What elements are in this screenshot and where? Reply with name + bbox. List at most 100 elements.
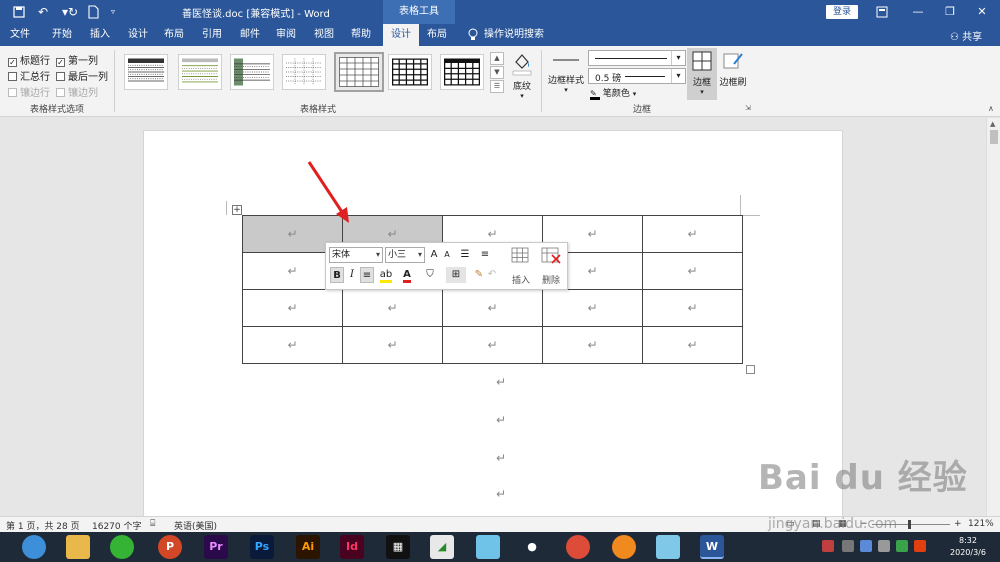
tab-help[interactable]: 帮助 <box>345 24 377 46</box>
zoom-slider-handle[interactable] <box>908 520 911 529</box>
tray-icon[interactable] <box>822 540 834 552</box>
table-cell[interactable]: ↵ <box>342 326 443 364</box>
zoom-in-icon[interactable]: + <box>954 519 962 529</box>
border-painter-button[interactable]: 边框刷 <box>719 50 747 88</box>
tab-references[interactable]: 引用 <box>196 24 228 46</box>
page-count[interactable]: 第 1 页，共 28 页 <box>6 519 80 532</box>
font-size-select[interactable]: 小三 ▾ <box>385 247 425 263</box>
line-style-select[interactable]: ▾ <box>588 50 686 66</box>
close-icon[interactable]: ✕ <box>966 0 998 24</box>
browser-app-icon[interactable] <box>22 535 46 559</box>
tab-table-design[interactable]: 设计 <box>383 24 419 46</box>
zoom-level[interactable]: 121% <box>968 519 994 529</box>
shading-icon[interactable]: ⛉ <box>420 267 440 283</box>
tab-file[interactable]: 文件 <box>4 24 36 46</box>
tab-view[interactable]: 视图 <box>308 24 340 46</box>
border-styles-button[interactable]: 边框样式 ▾ <box>547 50 585 94</box>
delete-label[interactable]: 删除 <box>542 273 560 286</box>
bold-button[interactable]: B <box>330 267 344 283</box>
table-cell[interactable]: ↵ <box>642 252 743 290</box>
tab-design[interactable]: 设计 <box>122 24 154 46</box>
photoshop-icon[interactable]: Ps <box>250 535 274 559</box>
vertical-scrollbar[interactable]: ▲ <box>986 118 1000 516</box>
app-icon[interactable] <box>612 535 636 559</box>
shading-button[interactable]: 底纹 ▾ <box>508 50 536 100</box>
indesign-icon[interactable]: Id <box>340 535 364 559</box>
tray-icon[interactable] <box>896 540 908 552</box>
pen-color-button[interactable]: ✎ 笔颜色 ▾ <box>590 86 636 100</box>
customize-quick-access-icon[interactable]: ▿ <box>104 3 122 21</box>
header-row-checkbox[interactable]: ✓ 标题行 <box>8 52 50 67</box>
file-explorer-icon[interactable] <box>66 535 90 559</box>
banded-columns-checkbox[interactable]: 镶边列 <box>56 84 98 99</box>
table-cell[interactable]: ↵ <box>542 326 643 364</box>
bullets-icon[interactable]: ☰ <box>456 247 474 263</box>
restore-icon[interactable]: ❐ <box>934 0 966 24</box>
table-cell[interactable]: ↵ <box>342 289 443 327</box>
document-page[interactable]: + ↵ ↵ ↵ ↵ ↵ ↵ ↵ ↵ ↵ ↵ ↵ ↵ ↵ ↵ ↵ ↵ ↵ ↵ ↵ … <box>143 130 843 520</box>
chrome-icon[interactable] <box>566 535 590 559</box>
collapse-ribbon-icon[interactable]: ∧ <box>988 104 994 113</box>
gallery-scroll[interactable]: ▲ ▼ ☰ <box>490 52 504 94</box>
undo-icon[interactable]: ↶ <box>486 267 498 283</box>
word-count[interactable]: 16270 个字 <box>92 519 142 532</box>
login-button[interactable]: 登录 <box>826 5 858 19</box>
highlight-icon[interactable]: ab <box>376 267 396 283</box>
line-weight-select[interactable]: 0.5 磅 ▾ <box>588 68 686 84</box>
illustrator-icon[interactable]: Ai <box>296 535 320 559</box>
app-icon[interactable] <box>476 535 500 559</box>
insert-label[interactable]: 插入 <box>512 273 530 286</box>
tab-review[interactable]: 审阅 <box>270 24 302 46</box>
table-style-thumb[interactable] <box>178 54 222 90</box>
center-align-icon[interactable]: ≡ <box>360 267 374 283</box>
last-column-checkbox[interactable]: 最后一列 <box>56 68 108 83</box>
app-icon[interactable] <box>656 535 680 559</box>
tray-icon[interactable] <box>860 540 872 552</box>
table-style-thumb-selected[interactable] <box>334 52 384 92</box>
lightbulb-icon[interactable] <box>466 24 480 46</box>
tab-layout[interactable]: 布局 <box>158 24 190 46</box>
font-color-button[interactable]: A <box>398 267 416 283</box>
scroll-thumb[interactable] <box>990 130 998 144</box>
font-name-select[interactable]: 宋体 ▾ <box>329 247 383 263</box>
share-button[interactable]: ⚇ 共享 <box>950 28 982 43</box>
minimize-icon[interactable]: — <box>902 0 934 24</box>
tray-icon[interactable] <box>878 540 890 552</box>
numbering-icon[interactable]: ≡ <box>476 247 494 263</box>
gallery-more-icon[interactable]: ☰ <box>490 80 504 93</box>
table-cell[interactable]: ↵ <box>242 289 343 327</box>
redo-icon[interactable]: ↻ <box>64 3 82 21</box>
chevron-down-icon[interactable]: ▼ <box>490 66 504 79</box>
table-cell[interactable]: ↵ <box>642 326 743 364</box>
banded-rows-checkbox[interactable]: 镶边行 <box>8 84 50 99</box>
table-cell[interactable]: ↵ <box>442 289 543 327</box>
tab-insert[interactable]: 插入 <box>84 24 116 46</box>
table-cell[interactable]: ↵ <box>642 289 743 327</box>
table-cell[interactable]: ↵ <box>442 326 543 364</box>
proofing-icon[interactable]: ⌸ <box>150 519 155 529</box>
chevron-up-icon[interactable]: ▲ <box>490 52 504 65</box>
table-style-thumb[interactable] <box>440 54 484 90</box>
tray-icon[interactable] <box>842 540 854 552</box>
save-icon[interactable] <box>10 3 28 21</box>
insert-table-icon[interactable] <box>510 246 532 264</box>
system-clock[interactable]: 8:32 2020/3/6 <box>940 535 996 559</box>
undo-icon[interactable]: ↶ <box>34 3 52 21</box>
premiere-icon[interactable]: Pr <box>204 535 228 559</box>
table-resize-handle[interactable] <box>746 365 755 374</box>
video-editor-icon[interactable]: ▦ <box>386 535 410 559</box>
format-painter-icon[interactable]: ✎ <box>472 267 486 283</box>
table-style-thumb[interactable] <box>388 54 432 90</box>
borders-icon[interactable]: ⊞ <box>446 267 466 283</box>
language-indicator[interactable]: 英语(美国) <box>174 519 217 532</box>
dialog-launcher-icon[interactable]: ⇲ <box>745 104 751 112</box>
total-row-checkbox[interactable]: 汇总行 <box>8 68 50 83</box>
tab-mailings[interactable]: 邮件 <box>234 24 266 46</box>
first-column-checkbox[interactable]: ✓ 第一列 <box>56 52 98 67</box>
tell-me-search[interactable]: 操作说明搜索 <box>484 24 544 46</box>
tab-table-layout[interactable]: 布局 <box>420 24 454 46</box>
powerpoint-icon[interactable]: P <box>158 535 182 559</box>
word-icon[interactable]: W <box>700 535 724 559</box>
table-style-thumb[interactable] <box>282 54 326 90</box>
italic-button[interactable]: I <box>346 267 358 283</box>
